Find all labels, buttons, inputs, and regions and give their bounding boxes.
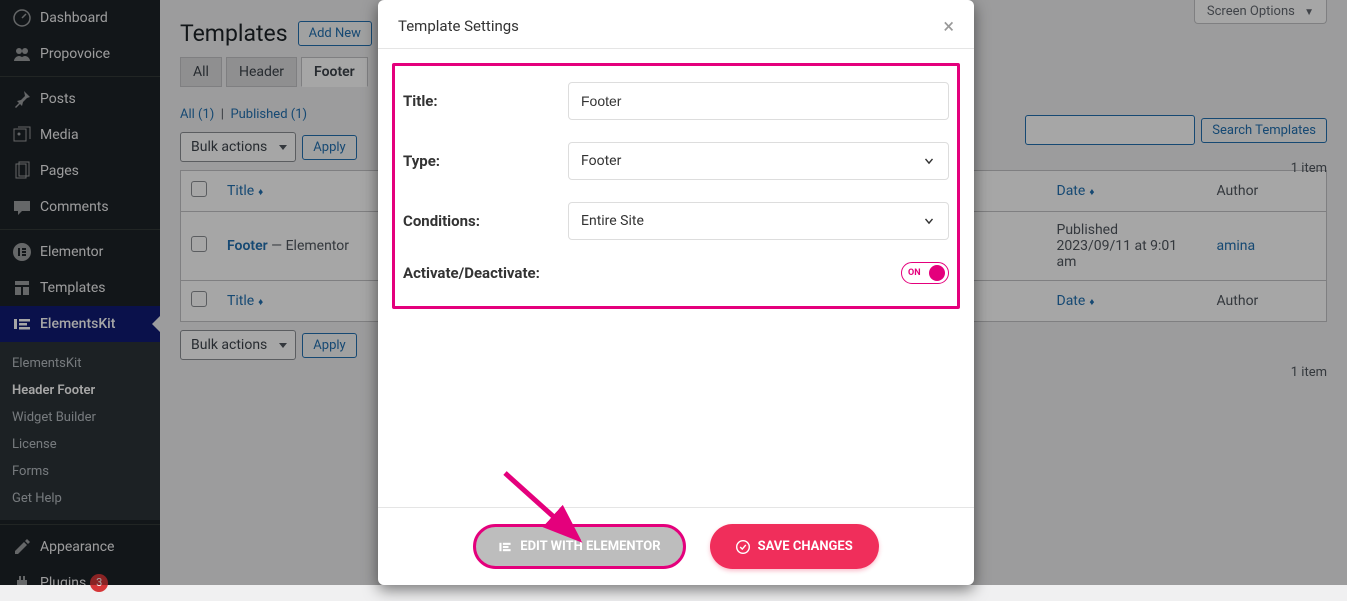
- close-icon[interactable]: ×: [943, 16, 954, 36]
- modal-title: Template Settings: [398, 17, 519, 35]
- field-type-row: Type: Footer: [403, 142, 949, 180]
- toggle-on-text: ON: [908, 268, 921, 278]
- type-label: Type:: [403, 152, 568, 170]
- save-changes-button[interactable]: SAVE CHANGES: [710, 524, 879, 569]
- annotation-highlight: Title: Type: Footer Conditions:: [392, 63, 960, 309]
- modal-body: Title: Type: Footer Conditions:: [378, 49, 974, 507]
- elementor-ek-icon: [498, 540, 512, 554]
- conditions-label: Conditions:: [403, 212, 568, 230]
- edit-with-elementor-button[interactable]: EDIT WITH ELEMENTOR: [473, 524, 685, 569]
- activate-toggle[interactable]: ON: [901, 262, 949, 284]
- field-activate-row: Activate/Deactivate: ON: [403, 262, 949, 284]
- chevron-down-icon: [922, 214, 936, 228]
- template-settings-modal: Template Settings × Title: Type: Footer: [378, 0, 974, 585]
- toggle-knob: [929, 265, 945, 281]
- check-circle-icon: [736, 540, 750, 554]
- field-title-row: Title:: [403, 82, 949, 120]
- title-label: Title:: [403, 92, 568, 110]
- modal-header: Template Settings ×: [378, 0, 974, 49]
- title-input[interactable]: [568, 82, 949, 120]
- activate-label: Activate/Deactivate:: [403, 264, 540, 282]
- chevron-down-icon: [922, 154, 936, 168]
- conditions-select[interactable]: Entire Site: [568, 202, 949, 240]
- field-conditions-row: Conditions: Entire Site: [403, 202, 949, 240]
- modal-footer: EDIT WITH ELEMENTOR SAVE CHANGES: [378, 507, 974, 585]
- type-select[interactable]: Footer: [568, 142, 949, 180]
